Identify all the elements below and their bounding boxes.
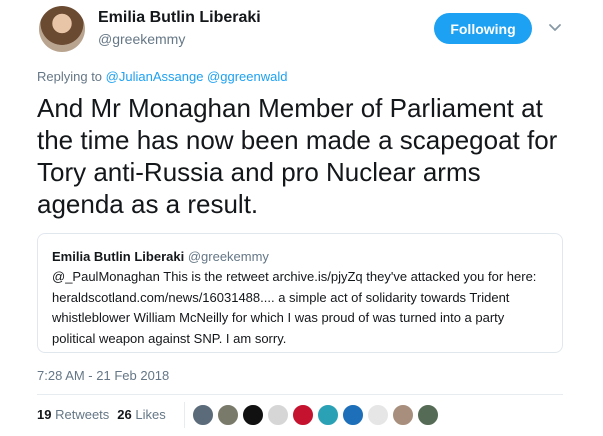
- chevron-down-icon[interactable]: [548, 20, 562, 34]
- liker-avatar[interactable]: [267, 404, 289, 426]
- quoted-author-name: Emilia Butlin Liberaki: [52, 249, 185, 264]
- liker-avatar[interactable]: [392, 404, 414, 426]
- tweet-text-line: Tory anti-Russia and pro Nuclear arms: [37, 157, 481, 187]
- quoted-author-handle: @greekemmy: [187, 249, 269, 264]
- author-display-name[interactable]: Emilia Butlin Liberaki: [98, 9, 261, 27]
- retweets-count: 19: [37, 407, 52, 422]
- quoted-tweet[interactable]: Emilia Butlin Liberaki @greekemmy @_Paul…: [37, 233, 563, 353]
- retweets-label: Retweets: [55, 407, 110, 422]
- liker-avatar[interactable]: [342, 404, 364, 426]
- quoted-tweet-line: heraldscotland.com/news/16031488.... a s…: [52, 289, 510, 305]
- quoted-tweet-header: Emilia Butlin Liberaki @greekemmy: [52, 249, 269, 264]
- tweet-text: And Mr Monaghan Member of Parliament at …: [37, 92, 577, 220]
- likes-count: 26: [117, 407, 132, 422]
- liker-avatar[interactable]: [192, 404, 214, 426]
- liker-avatars: [192, 404, 442, 426]
- likes-stat[interactable]: 26 Likes: [117, 407, 165, 422]
- liker-avatar[interactable]: [217, 404, 239, 426]
- engagement-stats: 19 Retweets 26 Likes: [37, 407, 166, 422]
- quoted-tweet-body: @_PaulMonaghan This is the retweet archi…: [52, 267, 552, 349]
- tweet-text-line: the time has now been made a scapegoat f…: [37, 125, 558, 155]
- reply-mentions-link[interactable]: @JulianAssange @ggreenwald: [106, 69, 288, 84]
- quoted-tweet-line: political weapon against SNP. I am sorry…: [52, 330, 287, 346]
- liker-avatar[interactable]: [417, 404, 439, 426]
- likes-label: Likes: [135, 407, 166, 422]
- replying-to-line: Replying to @JulianAssange @ggreenwald: [37, 69, 287, 84]
- liker-avatar[interactable]: [317, 404, 339, 426]
- tweet-text-line: And Mr Monaghan Member of Parliament at: [37, 93, 543, 123]
- retweets-stat[interactable]: 19 Retweets: [37, 407, 109, 422]
- tweet-timestamp[interactable]: 7:28 AM - 21 Feb 2018: [37, 368, 169, 383]
- replying-to-label: Replying to: [37, 69, 103, 84]
- liker-avatar[interactable]: [367, 404, 389, 426]
- tweet-text-line: agenda as a result.: [37, 189, 259, 219]
- liker-avatar[interactable]: [242, 404, 264, 426]
- divider: [37, 394, 563, 395]
- liker-avatar[interactable]: [292, 404, 314, 426]
- quoted-tweet-line: whistleblower William McNeilly for which…: [52, 310, 505, 325]
- following-button[interactable]: Following: [434, 13, 532, 44]
- author-avatar[interactable]: [39, 6, 85, 52]
- author-handle[interactable]: @greekemmy: [98, 31, 185, 47]
- quoted-tweet-line: @_PaulMonaghan This is the retweet archi…: [52, 269, 537, 284]
- stats-divider: [184, 402, 185, 428]
